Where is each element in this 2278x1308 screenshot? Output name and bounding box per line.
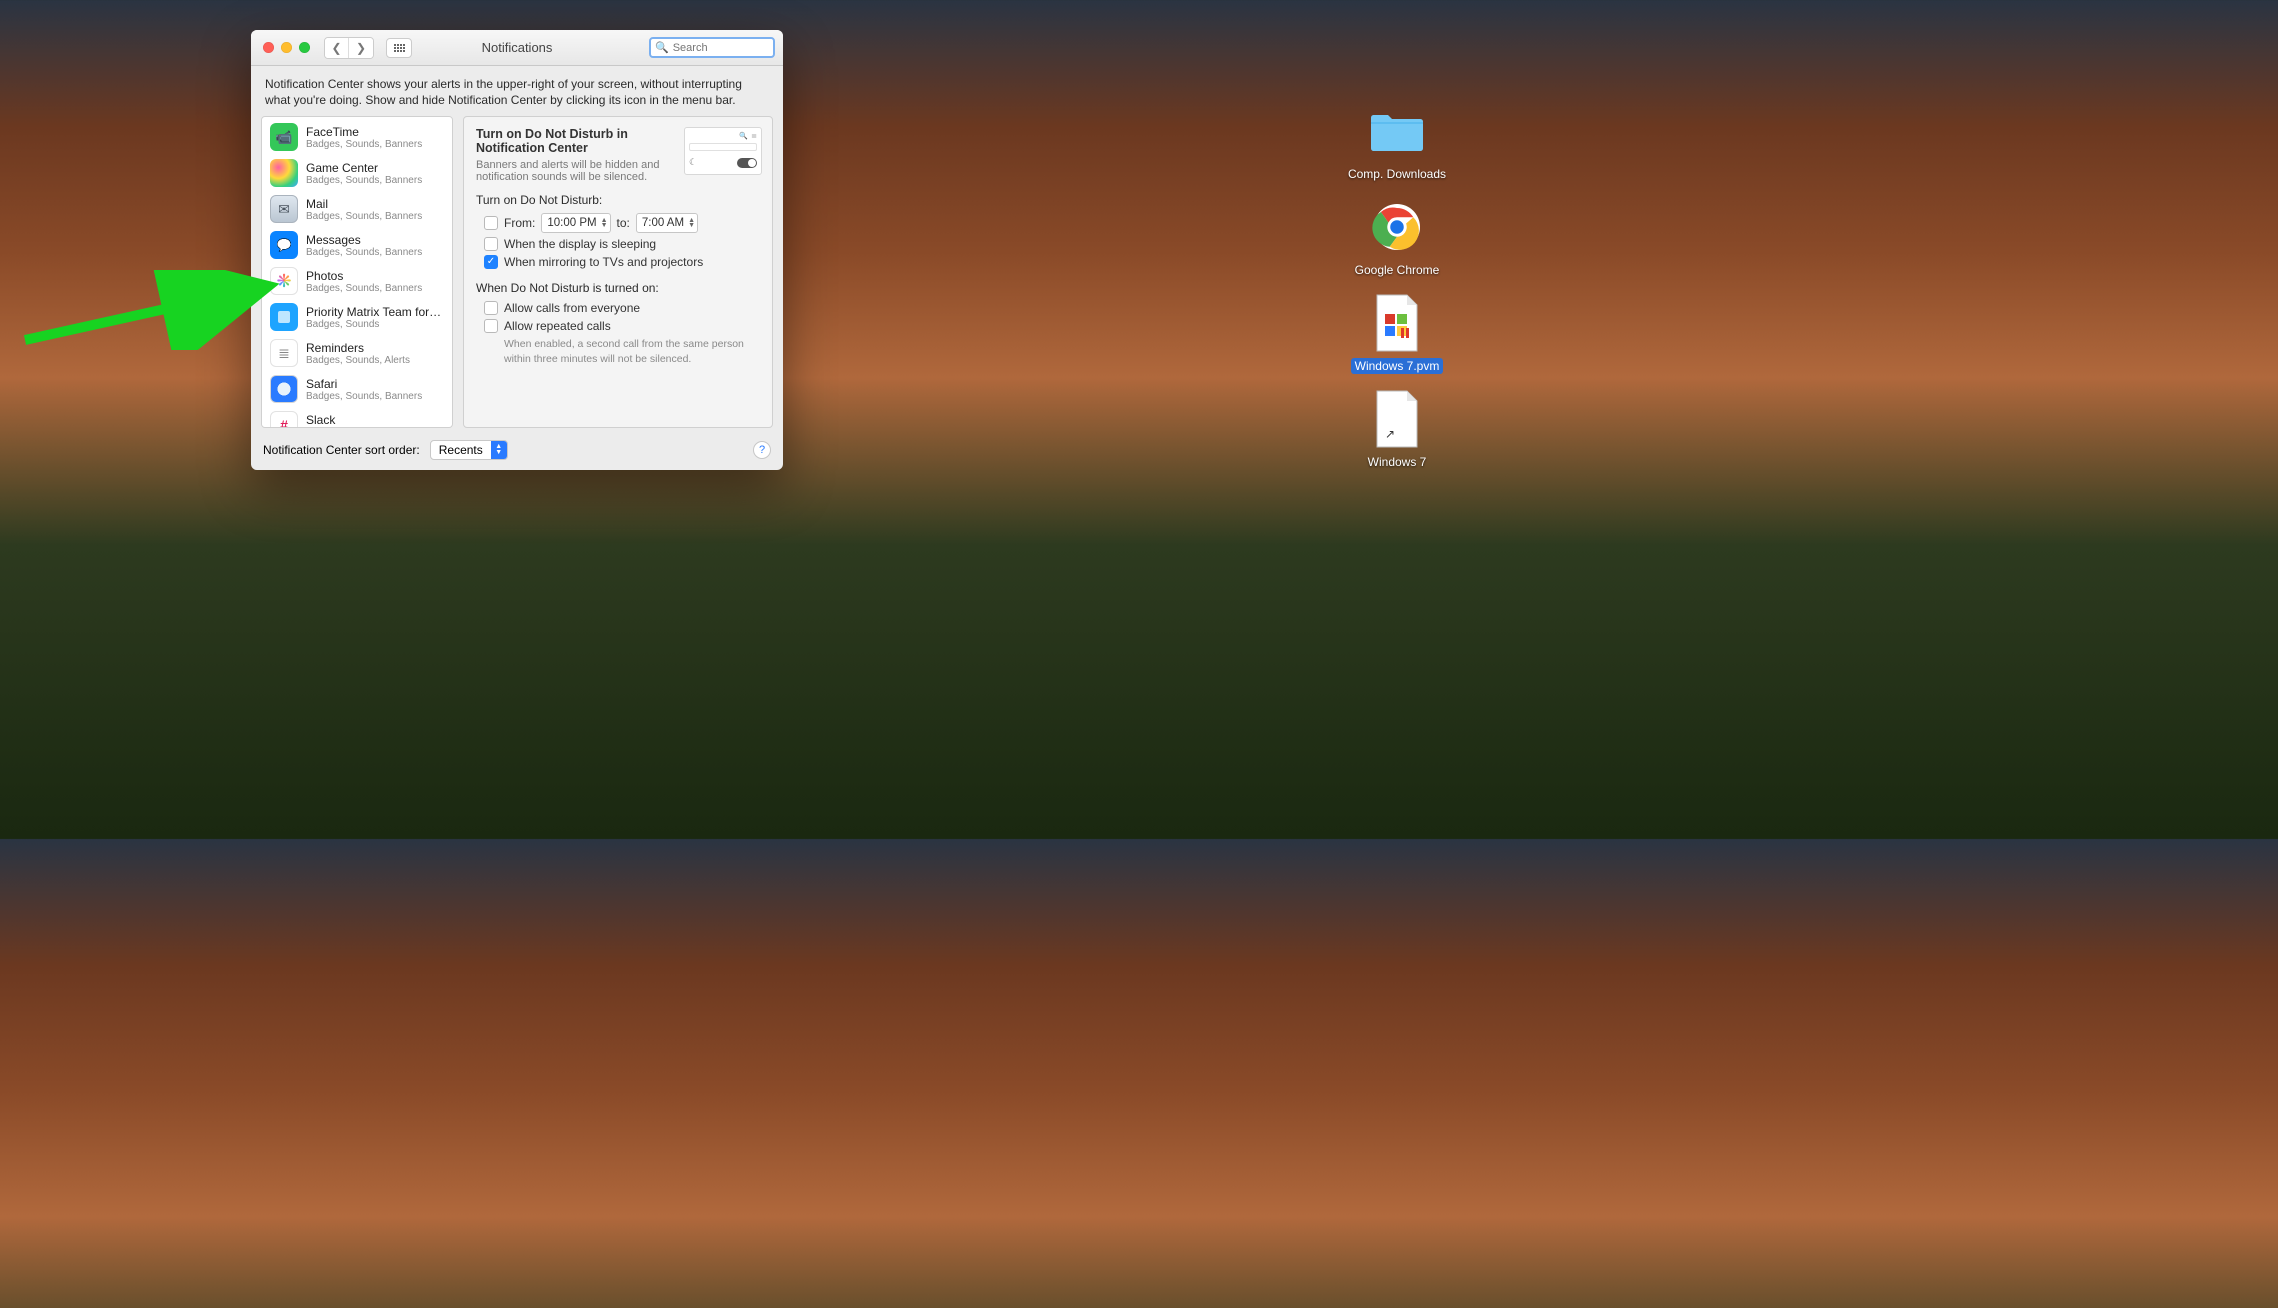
notification-center-preview: 🔍≣ ☾ [684,127,762,175]
nav-forward-button[interactable]: ❯ [349,38,373,58]
desktop-folder-downloads[interactable]: Comp. Downloads [1342,100,1452,182]
app-item-priority[interactable]: Priority Matrix Team for M…Badges, Sound… [262,299,452,335]
sort-order-select[interactable]: Recents ▲▼ [430,440,508,460]
safari-icon [270,375,298,403]
app-subtitle: Badges, Sounds, Banners [306,175,444,186]
sleeping-label: When the display is sleeping [504,237,656,251]
grid-icon [394,44,405,52]
app-name: Mail [306,197,444,211]
app-item-slack[interactable]: SlackBadges, Sounds, Banners [262,407,452,428]
minimize-button[interactable] [281,42,292,53]
svg-text:↗: ↗ [1385,427,1395,441]
titlebar[interactable]: ❮ ❯ Notifications 🔍 [251,30,783,66]
desktop-icons: Comp. Downloads Google Chrome Windows 7.… [1342,100,1452,470]
desktop-icon-label: Comp. Downloads [1344,166,1450,182]
sort-order-label: Notification Center sort order: [263,443,420,457]
app-name: FaceTime [306,125,444,139]
slack-icon [270,411,298,428]
app-subtitle: Badges, Sounds, Banners [306,427,444,428]
dnd-whenon-label: When Do Not Disturb is turned on: [476,281,760,295]
app-name: Messages [306,233,444,247]
annotation-arrow [20,270,280,350]
allow-repeated-checkbox[interactable] [484,319,498,333]
intro-text: Notification Center shows your alerts in… [251,66,783,116]
desktop-file-win7[interactable]: ↗ Windows 7 [1342,388,1452,470]
allow-repeated-label: Allow repeated calls [504,319,611,333]
messages-icon [270,231,298,259]
desktop-icon-label: Windows 7.pvm [1351,358,1444,374]
app-subtitle: Badges, Sounds, Banners [306,247,444,258]
app-subtitle: Badges, Sounds, Banners [306,283,444,294]
dnd-schedule-label: Turn on Do Not Disturb: [476,193,760,207]
help-button[interactable]: ? [753,441,771,459]
desktop-file-pvm[interactable]: Windows 7.pvm [1342,292,1452,374]
app-subtitle: Badges, Sounds, Alerts [306,355,444,366]
app-item-facetime[interactable]: FaceTimeBadges, Sounds, Banners [262,119,452,155]
reminders-icon [270,339,298,367]
from-time-input[interactable]: 10:00 PM▲▼ [541,213,610,233]
show-all-button[interactable] [386,38,412,58]
schedule-checkbox[interactable] [484,216,498,230]
dnd-panel: 🔍≣ ☾ Turn on Do Not Disturb in Notificat… [463,116,773,428]
search-field[interactable]: 🔍 [649,37,775,58]
to-time-input[interactable]: 7:00 AM▲▼ [636,213,698,233]
mirroring-label: When mirroring to TVs and projectors [504,255,703,269]
stepper-icon[interactable]: ▲▼ [601,218,608,228]
app-item-reminders[interactable]: RemindersBadges, Sounds, Alerts [262,335,452,371]
notifications-window: ❮ ❯ Notifications 🔍 Notification Center … [251,30,783,470]
app-name: Photos [306,269,444,283]
search-icon: 🔍 [655,41,669,54]
app-subtitle: Badges, Sounds, Banners [306,211,444,222]
app-list[interactable]: FaceTimeBadges, Sounds, BannersGame Cent… [261,116,453,428]
close-button[interactable] [263,42,274,53]
app-item-photos[interactable]: PhotosBadges, Sounds, Banners [262,263,452,299]
allow-everyone-label: Allow calls from everyone [504,301,640,315]
app-item-safari[interactable]: SafariBadges, Sounds, Banners [262,371,452,407]
search-icon: 🔍 [739,132,748,140]
mirroring-checkbox[interactable] [484,255,498,269]
search-input[interactable] [673,42,769,54]
repeated-help-text: When enabled, a second call from the sam… [476,335,760,365]
footer: Notification Center sort order: Recents … [251,434,783,470]
chrome-icon [1366,196,1428,258]
desktop-icon-label: Windows 7 [1364,454,1431,470]
list-icon: ≣ [751,132,757,140]
folder-icon [1366,100,1428,162]
facetime-icon [270,123,298,151]
generic-file-icon: ↗ [1366,388,1428,450]
desktop-app-chrome[interactable]: Google Chrome [1342,196,1452,278]
app-item-messages[interactable]: MessagesBadges, Sounds, Banners [262,227,452,263]
app-item-gamecenter[interactable]: Game CenterBadges, Sounds, Banners [262,155,452,191]
mail-icon [270,195,298,223]
zoom-button[interactable] [299,42,310,53]
app-name: Game Center [306,161,444,175]
desktop-icon-label: Google Chrome [1351,262,1444,278]
dnd-toggle-icon [737,158,757,168]
from-label: From: [504,216,535,230]
allow-everyone-checkbox[interactable] [484,301,498,315]
app-name: Safari [306,377,444,391]
photos-icon [270,267,298,295]
traffic-lights [263,42,310,53]
app-subtitle: Badges, Sounds, Banners [306,139,444,150]
pvm-file-icon [1366,292,1428,354]
priority-icon [270,303,298,331]
app-subtitle: Badges, Sounds, Banners [306,391,444,402]
window-title: Notifications [482,40,553,55]
moon-icon: ☾ [689,157,697,168]
to-label: to: [617,216,630,230]
sort-order-value: Recents [431,443,491,457]
gamecenter-icon [270,159,298,187]
sleeping-checkbox[interactable] [484,237,498,251]
chevron-updown-icon: ▲▼ [491,441,507,459]
stepper-icon[interactable]: ▲▼ [688,218,695,228]
app-subtitle: Badges, Sounds [306,319,444,330]
nav-back-button[interactable]: ❮ [325,38,349,58]
app-name: Priority Matrix Team for M… [306,305,444,319]
app-name: Slack [306,413,444,427]
app-item-mail[interactable]: MailBadges, Sounds, Banners [262,191,452,227]
app-name: Reminders [306,341,444,355]
nav-back-forward: ❮ ❯ [324,37,374,59]
